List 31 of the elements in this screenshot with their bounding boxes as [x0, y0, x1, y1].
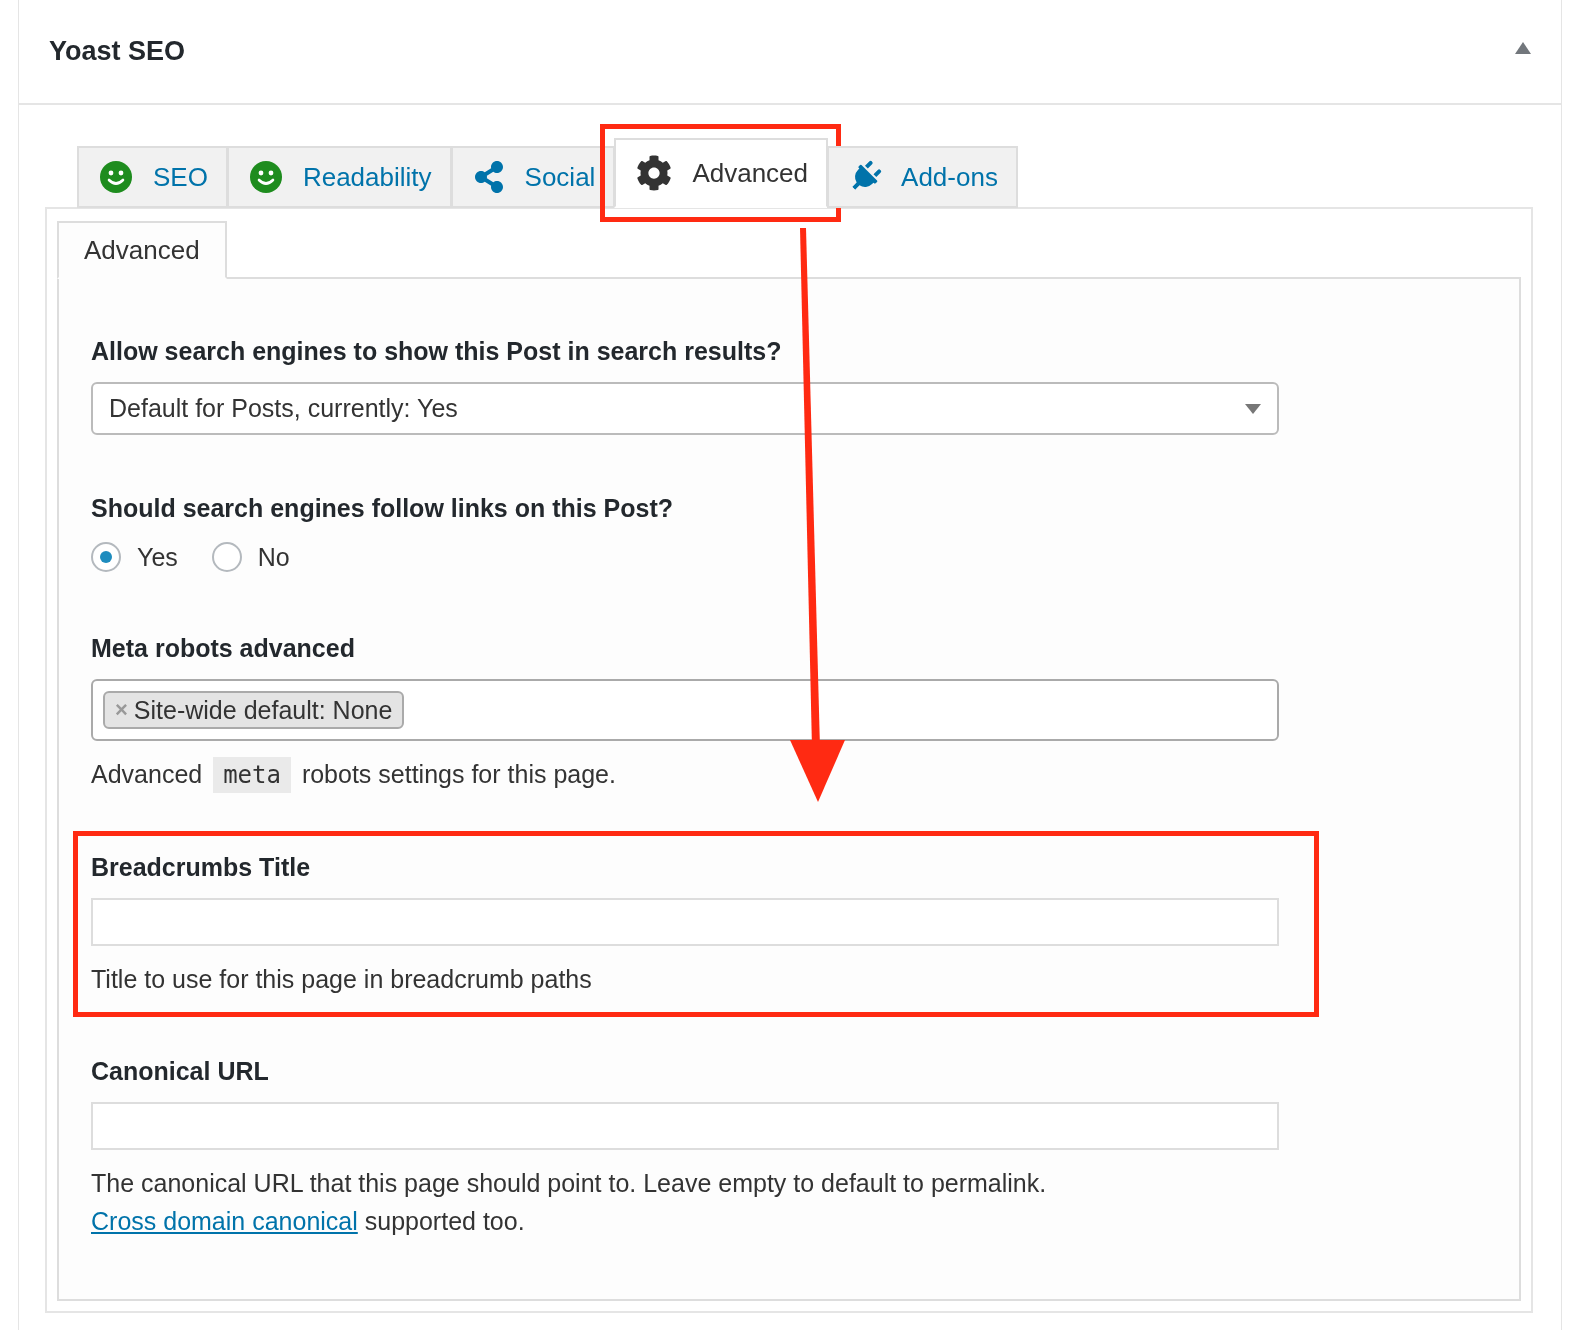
- field-label: Should search engines follow links on this Post?: [91, 493, 675, 524]
- radio-button[interactable]: [211, 542, 242, 572]
- text-input[interactable]: [91, 1102, 1279, 1150]
- tab[interactable]: SEO: [77, 146, 228, 208]
- help-link[interactable]: Cross domain canonical: [91, 1207, 358, 1235]
- radio-button[interactable]: [91, 542, 121, 572]
- radio-label: Yes: [137, 542, 178, 572]
- field-label: Allow search engines to show this Post in search results?: [91, 336, 783, 367]
- collapse-icon[interactable]: [1515, 41, 1531, 54]
- caret-icon: [1245, 403, 1261, 414]
- tab[interactable]: Social: [450, 146, 616, 208]
- tab[interactable]: Add-ons: [827, 146, 1018, 208]
- text-input[interactable]: [91, 898, 1279, 946]
- share-icon: [472, 161, 505, 193]
- tags-field[interactable]: × Site-wide default: None: [91, 679, 1279, 741]
- subtab[interactable]: Advanced: [57, 221, 227, 279]
- field-label: Meta robots advanced: [91, 633, 356, 664]
- help-text: The canonical URL that this page should point to. Leave empty to default to permalink. Cross domain canonical supported too.: [91, 1168, 1048, 1237]
- radio-label: No: [257, 542, 290, 572]
- smiley-icon: [248, 160, 283, 194]
- dropdown-select[interactable]: Default for Posts, currently: Yes: [91, 382, 1279, 435]
- help-text: Title to use for this page in breadcrumb paths: [91, 964, 593, 995]
- field-label: Breadcrumbs Title: [91, 852, 312, 883]
- smiley-icon: [99, 160, 133, 194]
- tag-chip[interactable]: × Site-wide default: None: [103, 691, 405, 729]
- panel-title: Yoast SEO: [49, 36, 186, 67]
- help-text: Advanced meta robots settings for this page.: [91, 755, 1279, 794]
- tab[interactable]: Readability: [226, 146, 452, 208]
- field-label: Canonical URL: [91, 1056, 270, 1087]
- tab[interactable]: Advanced: [614, 138, 829, 208]
- gear-icon: [636, 155, 673, 191]
